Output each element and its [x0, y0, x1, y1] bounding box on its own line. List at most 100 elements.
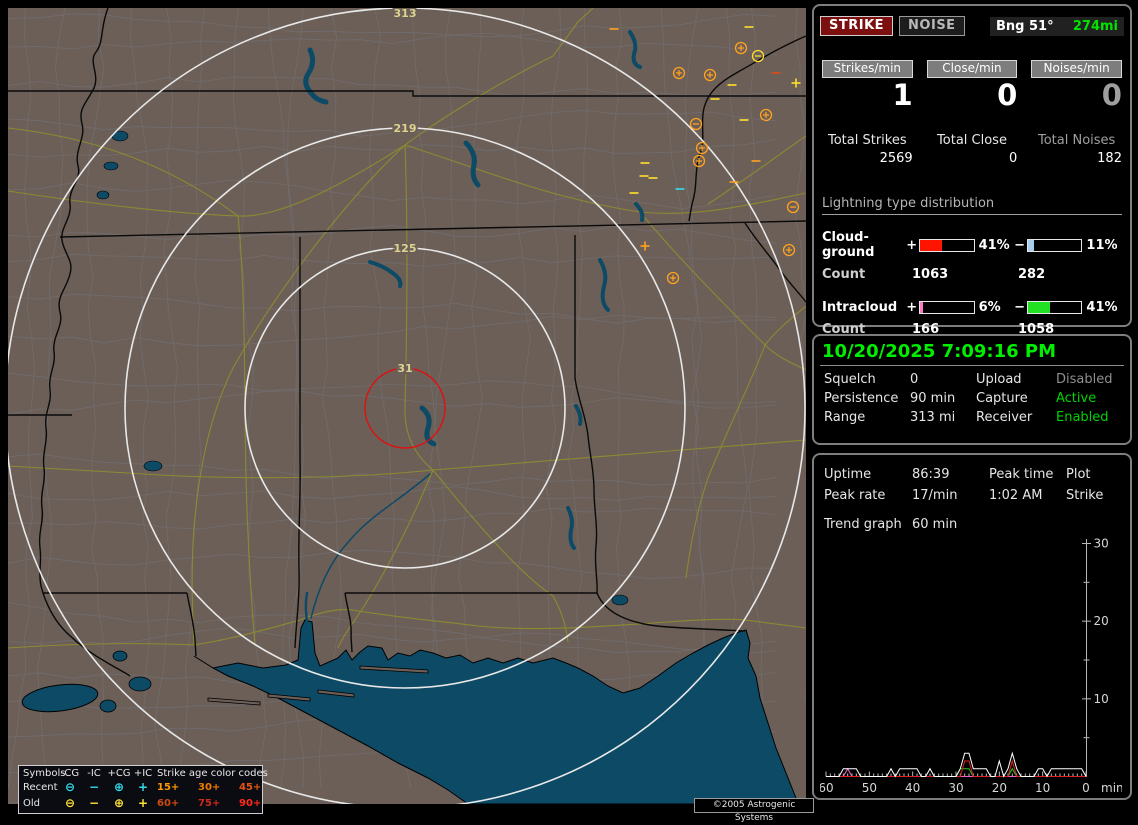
legend-header-cg-neg: -CG [59, 768, 81, 779]
persistence-value: 90 min [910, 391, 976, 406]
peak-rate-value: 17/min [912, 488, 989, 503]
uptime-label: Uptime [824, 467, 912, 482]
trend-x-tick-label: 10 [1035, 781, 1050, 795]
cloud-ground-label: Cloud-ground [822, 230, 906, 260]
stats-row-1: Uptime 86:39 Peak time Plot [824, 467, 1120, 482]
uptime-value: 86:39 [912, 467, 989, 482]
copyright-label: ©2005 Astrogenic Systems [694, 798, 814, 813]
trend-y-tick-label: 20 [1094, 614, 1109, 628]
plus-sign: + [906, 300, 917, 315]
cloud-ground-count-row: Count 1063 282 [822, 267, 1122, 282]
trend-graph-period[interactable]: 60 min [912, 517, 989, 532]
ring-distance-label: 125 [394, 242, 417, 255]
upload-label: Upload [976, 372, 1056, 387]
legend-symbol: ⊖ [59, 796, 81, 810]
trend-graph-label: Trend graph [824, 517, 912, 532]
alert-button-row: STRIKE NOISE Bng 51° 274mi [820, 16, 1124, 36]
bearing-value: Bng 51° [996, 19, 1054, 34]
trend-x-tick-label: 20 [992, 781, 1007, 795]
cg-negative-bar [1027, 239, 1082, 252]
legend-row-label: Recent [23, 782, 58, 793]
trend-graph-row: Trend graph 60 min [824, 517, 1120, 532]
legend-header-age: Strike age color codes [157, 768, 268, 779]
legend-age-code: 90+ [239, 798, 261, 809]
receiver-label: Receiver [976, 410, 1056, 425]
cg-positive-bar [919, 239, 974, 252]
trend-x-tick-label: 50 [862, 781, 877, 795]
legend-header-ic-neg: -IC [83, 768, 105, 779]
total-noises-value: 182 [1031, 151, 1122, 166]
total-values-row: 2569 0 182 [822, 148, 1122, 166]
ring-distance-label: 31 [397, 362, 412, 375]
ic-negative-bar [1027, 301, 1082, 314]
count-label: Count [822, 267, 912, 282]
strike-indicator-button[interactable]: STRIKE [820, 16, 893, 36]
total-strikes-value: 2569 [822, 151, 913, 166]
ic-positive-bar [919, 301, 974, 314]
total-labels-row: Total Strikes Total Close Total Noises [822, 111, 1122, 148]
peak-time-value: 1:02 AM [989, 488, 1066, 503]
total-strikes-label: Total Strikes [822, 133, 913, 148]
plus-sign: + [906, 238, 917, 253]
trend-x-tick-label: 0 [1082, 781, 1090, 795]
minus-sign: − [1014, 300, 1025, 315]
total-close-label: Total Close [927, 133, 1018, 148]
cg-positive-pct: 41% [979, 238, 1015, 253]
squelch-value: 0 [910, 372, 976, 387]
strikes-per-min-value: 1 [822, 80, 913, 111]
plot-label: Plot [1066, 467, 1120, 482]
upload-status: Disabled [1056, 372, 1120, 387]
range-setting-value: 313 mi [910, 410, 976, 425]
status-row-squelch: Squelch 0 Upload Disabled [824, 372, 1120, 387]
strike-rates-panel: STRIKE NOISE Bng 51° 274mi Strikes/min C… [812, 4, 1132, 327]
stats-row-2: Peak rate 17/min 1:02 AM Strike [824, 488, 1120, 503]
noises-per-min-value: 0 [1031, 80, 1122, 111]
legend-age-code: 75+ [198, 798, 220, 809]
ic-negative-pct: 41% [1086, 300, 1122, 315]
plot-type-value: Strike [1066, 488, 1120, 503]
legend-age-code: 60+ [157, 798, 179, 809]
divider [820, 365, 1124, 366]
legend-symbol: − [83, 780, 105, 794]
trend-x-tick-label: 30 [948, 781, 963, 795]
status-row-range: Range 313 mi Receiver Enabled [824, 410, 1120, 425]
capture-label: Capture [976, 391, 1056, 406]
datetime-display: 10/20/2025 7:09:16 PM [822, 341, 1122, 362]
legend-symbol: + [132, 796, 154, 810]
trend-x-tick-label: 40 [905, 781, 920, 795]
legend-symbol: ⊕ [107, 796, 131, 810]
rate-values-row: 1 0 0 [822, 78, 1122, 111]
legend-header-ic-pos: +IC [132, 768, 154, 779]
noise-indicator-button[interactable]: NOISE [899, 16, 965, 36]
peak-time-label: Peak time [989, 467, 1066, 482]
close-per-min-value: 0 [927, 80, 1018, 111]
peak-rate-label: Peak rate [824, 488, 912, 503]
squelch-label: Squelch [824, 372, 910, 387]
bearing-range-display: Bng 51° 274mi [990, 17, 1124, 36]
persistence-label: Persistence [824, 391, 910, 406]
legend-header-cg-pos: +CG [107, 768, 131, 779]
rate-chips-row: Strikes/min Close/min Noises/min [822, 60, 1122, 78]
range-label: Range [824, 410, 910, 425]
legend-symbol: ⊕ [107, 780, 131, 794]
minus-sign: − [1014, 238, 1025, 253]
cloud-ground-row: Cloud-ground + 41% − 11% [822, 230, 1122, 260]
legend-age-code: 15+ [157, 782, 179, 793]
intracloud-label: Intracloud [822, 300, 906, 315]
stats-trend-panel: Uptime 86:39 Peak time Plot Peak rate 17… [812, 453, 1132, 800]
trend-y-tick-label: 30 [1094, 537, 1109, 551]
ic-positive-pct: 6% [979, 300, 1015, 315]
noises-per-min-chip: Noises/min [1031, 60, 1122, 78]
trend-x-axis-unit: min [1101, 781, 1122, 795]
map-legend: Symbols -CG -IC +CG +IC Strike age color… [18, 765, 263, 814]
total-close-value: 0 [927, 151, 1018, 166]
legend-symbol: ⊖ [59, 780, 81, 794]
close-per-min-chip: Close/min [927, 60, 1018, 78]
total-noises-label: Total Noises [1031, 133, 1122, 148]
capture-status: Active [1056, 391, 1120, 406]
receiver-status: Enabled [1056, 410, 1120, 425]
range-value: 274mi [1073, 19, 1118, 34]
cg-negative-count: 282 [1018, 267, 1045, 282]
map-canvas: 31321912531 [8, 8, 806, 804]
trend-y-tick-label: 10 [1094, 692, 1109, 706]
